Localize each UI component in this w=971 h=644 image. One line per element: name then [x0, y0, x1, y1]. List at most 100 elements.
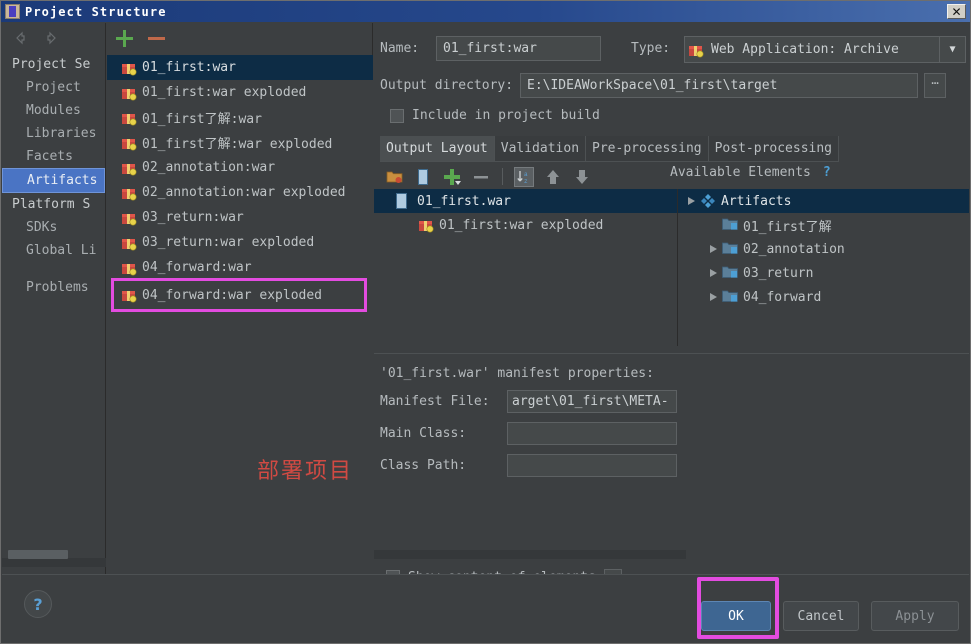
expand-arrow-icon[interactable]: [704, 292, 722, 302]
include-in-build-checkbox[interactable]: [390, 108, 404, 123]
tab-pre-processing[interactable]: Pre-processing: [586, 136, 709, 161]
manifest-row: Main Class:: [380, 422, 969, 445]
remove-element-icon[interactable]: [471, 167, 491, 187]
artifact-list-item[interactable]: 01_first了解:war: [107, 105, 373, 130]
tab-output-layout[interactable]: Output Layout: [380, 136, 495, 161]
create-archive-icon[interactable]: [413, 167, 433, 187]
back-arrow-icon[interactable]: [12, 30, 28, 46]
manifest-row-label: Main Class:: [380, 426, 467, 441]
expand-arrow-icon[interactable]: [704, 244, 722, 254]
gift-icon: [121, 160, 137, 176]
manifest-hscrollbar-track[interactable]: [374, 550, 686, 559]
tree-node[interactable]: 01_first了解: [678, 213, 969, 237]
gift-icon: [418, 217, 434, 233]
name-input[interactable]: 01_first:war: [436, 36, 601, 61]
artifact-list-item[interactable]: 01_first:war exploded: [107, 80, 373, 105]
include-in-build-label: Include in project build: [412, 108, 600, 123]
add-element-icon[interactable]: [442, 167, 462, 187]
tree-node-label: 01_first了解: [743, 219, 832, 235]
chevron-down-icon[interactable]: ▼: [939, 37, 965, 62]
layout-trees: 01_first.war 01_first:war exploded Artifa…: [374, 189, 969, 346]
tree-node[interactable]: 01_first.war: [374, 189, 677, 213]
manifest-row-input[interactable]: arget\01_first\META-: [507, 390, 677, 413]
tree-node-label: 03_return: [743, 265, 814, 281]
manifest-row: Class Path:: [380, 454, 969, 477]
sidebar-item-libraries[interactable]: Libraries: [2, 122, 105, 145]
gift-icon: [121, 260, 137, 276]
artifact-list-item-label: 04_forward:war: [142, 260, 252, 275]
move-up-icon[interactable]: [543, 167, 563, 187]
gift-icon: [121, 185, 137, 201]
sidebar-item-modules[interactable]: Modules: [2, 99, 105, 122]
gift-icon: [688, 42, 704, 58]
tree-node[interactable]: 02_annotation: [678, 237, 969, 261]
manifest-row-input[interactable]: [507, 422, 677, 445]
artifacts-toolbar: [107, 23, 372, 53]
tree-node[interactable]: 04_forward: [678, 285, 969, 309]
artifacts-list[interactable]: 01_first:war 01_first:war exploded 01_firs…: [107, 55, 373, 575]
expand-arrow-icon[interactable]: [704, 268, 722, 278]
artifact-list-item-label: 01_first:war exploded: [142, 85, 307, 100]
include-in-build-row[interactable]: Include in project build: [390, 108, 600, 123]
forward-arrow-icon[interactable]: [44, 30, 60, 46]
create-directory-icon[interactable]: [384, 167, 404, 187]
tab-validation[interactable]: Validation: [495, 136, 587, 161]
help-icon[interactable]: ?: [823, 165, 831, 180]
artifact-list-item[interactable]: 04_forward:war exploded: [111, 278, 367, 312]
tree-node[interactable]: 01_first:war exploded: [374, 213, 677, 237]
add-artifact-icon[interactable]: [115, 29, 133, 47]
manifest-row-input[interactable]: [507, 454, 677, 477]
apply-button[interactable]: Apply: [871, 601, 959, 631]
sidebar-hscrollbar-thumb[interactable]: [8, 550, 68, 559]
svg-text:a: a: [524, 171, 528, 178]
artifact-list-item[interactable]: 04_forward:war: [107, 255, 373, 280]
help-button[interactable]: ?: [24, 590, 52, 618]
close-icon[interactable]: ✕: [947, 4, 966, 19]
module-icon: [722, 289, 738, 305]
sidebar-item-global-libraries[interactable]: Global Li: [2, 239, 105, 262]
type-dropdown[interactable]: Web Application: Archive ▼: [684, 36, 966, 63]
artifact-list-item-label: 01_first:war: [142, 60, 236, 75]
remove-artifact-icon[interactable]: [147, 29, 165, 47]
expand-arrow-icon[interactable]: [682, 196, 700, 206]
ok-button[interactable]: OK: [701, 601, 771, 631]
manifest-rows: Manifest File: arget\01_first\META- Main C…: [374, 390, 969, 477]
sidebar-item-problems[interactable]: Problems: [2, 276, 105, 299]
artifact-list-item[interactable]: 03_return:war: [107, 205, 373, 230]
manifest-title: '01_first.war' manifest properties:: [380, 366, 654, 381]
artifacts-pane: 01_first:war 01_first:war exploded 01_firs…: [107, 23, 373, 575]
artifact-list-item[interactable]: 03_return:war exploded: [107, 230, 373, 255]
artifact-list-item-label: 02_annotation:war: [142, 160, 276, 175]
tree-node[interactable]: 03_return: [678, 261, 969, 285]
sort-alphabetically-icon[interactable]: a z: [514, 166, 534, 187]
artifact-list-item[interactable]: 02_annotation:war: [107, 155, 373, 180]
cancel-button[interactable]: Cancel: [783, 601, 859, 631]
sidebar-item-facets[interactable]: Facets: [2, 145, 105, 168]
sidebar-hscrollbar-track[interactable]: [2, 550, 106, 567]
tree-node-label: Artifacts: [721, 193, 792, 209]
browse-output-directory-button[interactable]: ⋯: [924, 73, 946, 98]
sidebar-item-sdks[interactable]: SDKs: [2, 216, 105, 239]
detail-tabs: Output Layout Validation Pre-processing Pos…: [380, 136, 840, 162]
manifest-properties-section: '01_first.war' manifest properties: Mani…: [374, 353, 969, 585]
tree-node[interactable]: Artifacts: [678, 189, 969, 213]
available-elements-tree[interactable]: Artifacts 01_first了解 02_annotation 03_retur…: [678, 189, 969, 346]
move-down-icon[interactable]: [572, 167, 592, 187]
settings-sidebar: Project Se Project Modules Libraries Fac…: [2, 23, 106, 575]
idea-app-icon: [5, 4, 20, 19]
output-directory-input[interactable]: E:\IDEAWorkSpace\01_first\target: [520, 73, 918, 98]
sidebar-item-artifacts[interactable]: Artifacts: [2, 168, 105, 193]
gift-icon: [121, 235, 137, 251]
artifact-list-item-label: 03_return:war: [142, 210, 244, 225]
artifact-list-item[interactable]: 01_first:war: [107, 55, 373, 80]
manifest-row-label: Class Path:: [380, 458, 467, 473]
tab-post-processing[interactable]: Post-processing: [709, 136, 840, 161]
module-icon: [722, 217, 738, 233]
artifact-list-item[interactable]: 01_first了解:war exploded: [107, 130, 373, 155]
manifest-row-label: Manifest File:: [380, 394, 490, 409]
gift-icon: [121, 85, 137, 101]
sidebar-item-project[interactable]: Project: [2, 76, 105, 99]
artifact-list-item[interactable]: 02_annotation:war exploded: [107, 180, 373, 205]
annotation-deploy-project: 部署项目: [257, 459, 354, 484]
output-layout-tree[interactable]: 01_first.war 01_first:war exploded: [374, 189, 678, 346]
